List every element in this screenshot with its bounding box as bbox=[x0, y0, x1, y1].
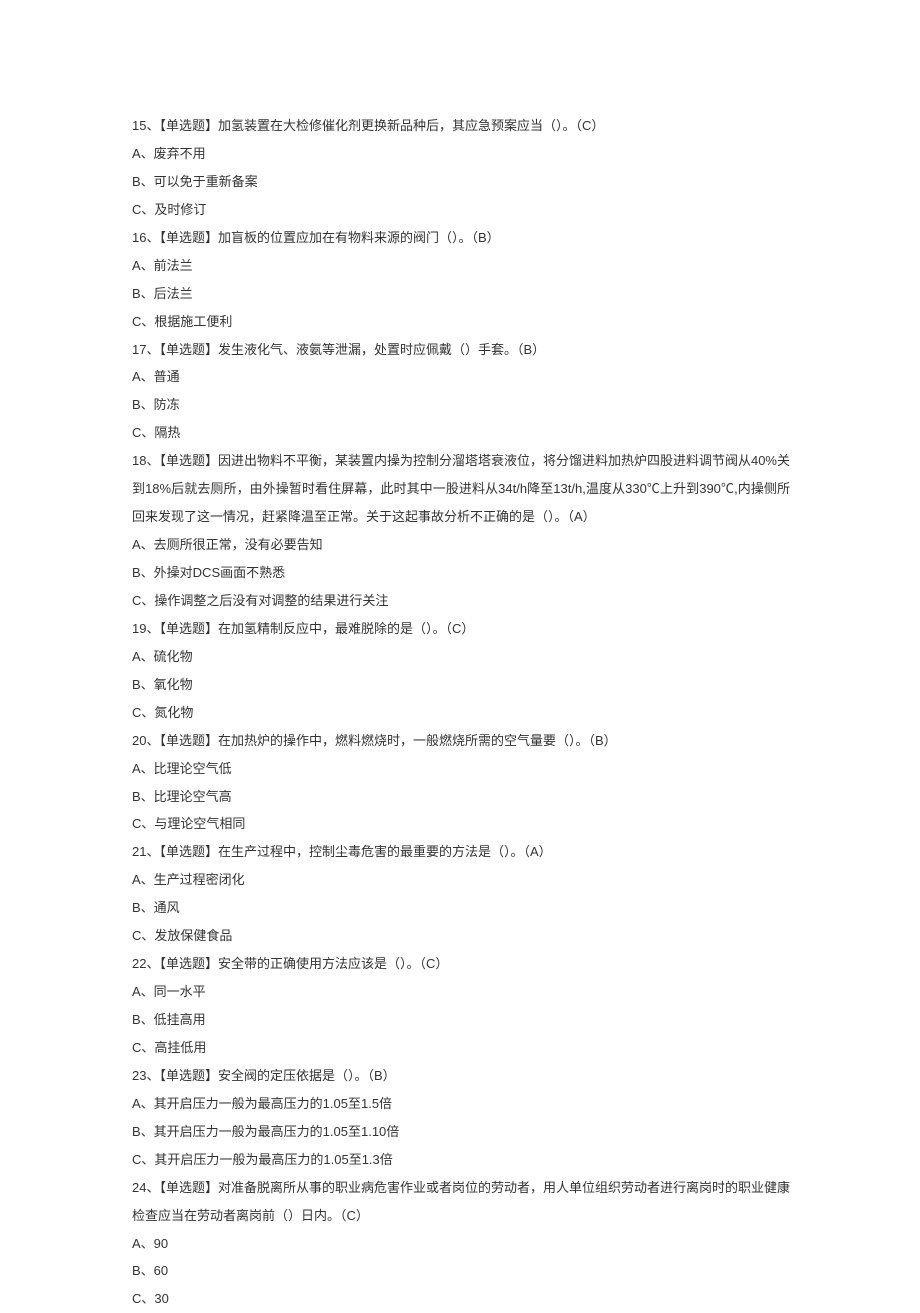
text-line: C、及时修订 bbox=[132, 196, 790, 224]
text-line: C、30 bbox=[132, 1285, 790, 1313]
text-line: A、90 bbox=[132, 1230, 790, 1258]
text-line: C、操作调整之后没有对调整的结果进行关注 bbox=[132, 587, 790, 615]
text-line: 18、【单选题】因进出物料不平衡，某装置内操为控制分溜塔塔衰液位，将分馏进料加热… bbox=[132, 447, 790, 531]
text-line: A、前法兰 bbox=[132, 252, 790, 280]
text-line: A、普通 bbox=[132, 363, 790, 391]
text-line: C、与理论空气相同 bbox=[132, 810, 790, 838]
text-line: 21、【单选题】在生产过程中，控制尘毒危害的最重要的方法是（）。（A） bbox=[132, 838, 790, 866]
text-line: C、高挂低用 bbox=[132, 1034, 790, 1062]
text-line: B、低挂高用 bbox=[132, 1006, 790, 1034]
text-line: B、防冻 bbox=[132, 391, 790, 419]
text-line: A、同一水平 bbox=[132, 978, 790, 1006]
text-line: C、隔热 bbox=[132, 419, 790, 447]
text-line: C、氮化物 bbox=[132, 699, 790, 727]
text-line: B、氧化物 bbox=[132, 671, 790, 699]
text-line: A、比理论空气低 bbox=[132, 755, 790, 783]
text-line: A、废弃不用 bbox=[132, 140, 790, 168]
text-line: 20、【单选题】在加热炉的操作中，燃料燃烧时，一般燃烧所需的空气量要（）。（B） bbox=[132, 727, 790, 755]
text-line: A、生产过程密闭化 bbox=[132, 866, 790, 894]
text-line: C、其开启压力一般为最高压力的1.05至1.3倍 bbox=[132, 1146, 790, 1174]
document-body: 15、【单选题】加氢装置在大检修催化剂更换新品种后，其应急预案应当（）。（C） … bbox=[132, 112, 790, 1313]
text-line: B、60 bbox=[132, 1257, 790, 1285]
text-line: C、根据施工便利 bbox=[132, 308, 790, 336]
text-line: B、比理论空气高 bbox=[132, 783, 790, 811]
text-line: 17、【单选题】发生液化气、液氨等泄漏，处置时应佩戴（）手套。（B） bbox=[132, 336, 790, 364]
text-line: 23、【单选题】安全阀的定压依据是（）。（B） bbox=[132, 1062, 790, 1090]
text-line: 19、【单选题】在加氢精制反应中，最难脱除的是（）。（C） bbox=[132, 615, 790, 643]
text-line: B、可以免于重新备案 bbox=[132, 168, 790, 196]
text-line: B、通风 bbox=[132, 894, 790, 922]
text-line: A、硫化物 bbox=[132, 643, 790, 671]
text-line: 16、【单选题】加盲板的位置应加在有物料来源的阀门（）。（B） bbox=[132, 224, 790, 252]
text-line: 22、【单选题】安全带的正确使用方法应该是（）。（C） bbox=[132, 950, 790, 978]
text-line: B、其开启压力一般为最高压力的1.05至1.10倍 bbox=[132, 1118, 790, 1146]
text-line: A、其开启压力一般为最高压力的1.05至1.5倍 bbox=[132, 1090, 790, 1118]
text-line: B、后法兰 bbox=[132, 280, 790, 308]
text-line: A、去厕所很正常，没有必要告知 bbox=[132, 531, 790, 559]
text-line: C、发放保健食品 bbox=[132, 922, 790, 950]
text-line: 15、【单选题】加氢装置在大检修催化剂更换新品种后，其应急预案应当（）。（C） bbox=[132, 112, 790, 140]
text-line: 24、【单选题】对准备脱离所从事的职业病危害作业或者岗位的劳动者，用人单位组织劳… bbox=[132, 1174, 790, 1230]
text-line: B、外操对DCS画面不熟悉 bbox=[132, 559, 790, 587]
